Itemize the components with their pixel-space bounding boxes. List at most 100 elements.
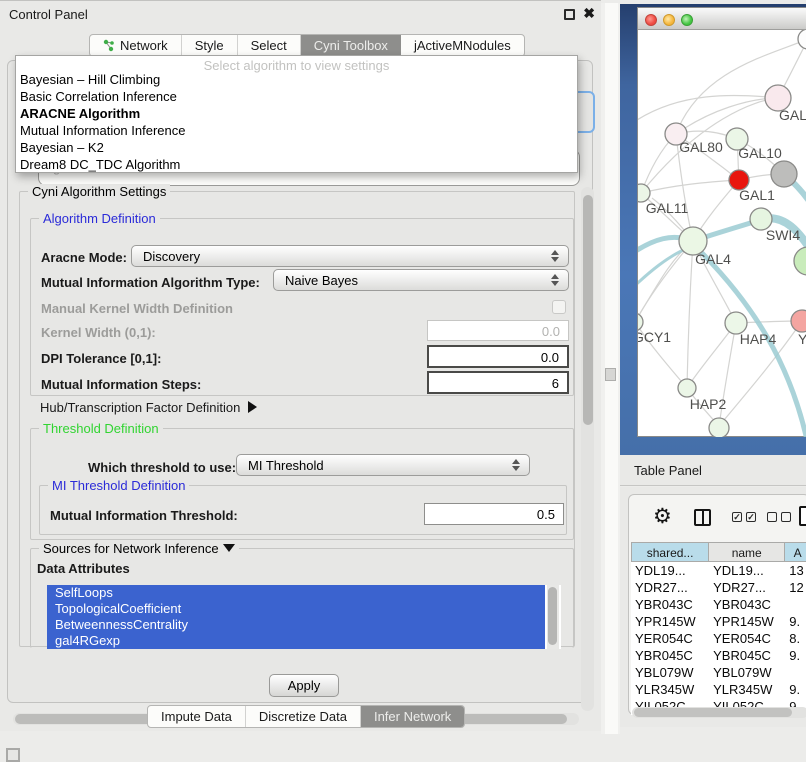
dropdown-item[interactable]: Dream8 DC_TDC Algorithm: [16, 156, 577, 173]
bottom-tabbar: Impute Data Discretize Data Infer Networ…: [147, 705, 465, 728]
dropdown-item[interactable]: ARACNE Algorithm: [16, 105, 577, 122]
table-cell: 12: [785, 579, 806, 596]
network-window-titlebar: [638, 8, 806, 30]
data-attributes-list[interactable]: SelfLoopsTopologicalCoefficientBetweenne…: [47, 585, 561, 649]
network-node-label: GAL: [779, 107, 806, 123]
table-panel-title: Table Panel: [634, 463, 702, 478]
mi-threshold-field[interactable]: 0.5: [424, 503, 564, 525]
tab-jactivemnodules[interactable]: jActiveMNodules: [401, 35, 524, 56]
table-cell: 9.: [785, 613, 806, 630]
network-node[interactable]: [794, 247, 806, 275]
table-row[interactable]: YER054CYER054C8.: [631, 630, 806, 647]
table-row[interactable]: YLR345WYLR345W9.: [631, 681, 806, 698]
tab-impute-data[interactable]: Impute Data: [148, 706, 246, 727]
group-title[interactable]: Sources for Network Inference: [39, 541, 239, 556]
splitter-handle[interactable]: [605, 368, 616, 381]
expander-expanded-icon: [223, 544, 235, 552]
kernel-width-label: Kernel Width (0,1):: [41, 325, 156, 340]
attribute-list-item[interactable]: TopologicalCoefficient: [47, 601, 545, 617]
column-header[interactable]: name: [709, 542, 785, 562]
network-view-window: GALGAL80GAL10GAL1GAL11SWI4GAL4GCY1HAP4YH…: [637, 7, 806, 437]
column-header[interactable]: A: [785, 542, 806, 562]
panel-divider: [601, 3, 620, 734]
table-row[interactable]: YPR145WYPR145W9.: [631, 613, 806, 630]
tab-cyni-toolbox[interactable]: Cyni Toolbox: [301, 35, 401, 56]
minimize-traffic-icon[interactable]: [663, 14, 675, 26]
group-title: Algorithm Definition: [39, 211, 160, 226]
close-traffic-icon[interactable]: [645, 14, 657, 26]
mi-steps-field[interactable]: 6: [427, 371, 569, 394]
deselect-all-checkboxes-icon[interactable]: [767, 512, 791, 522]
tab-infer-network[interactable]: Infer Network: [361, 706, 464, 727]
tab-discretize-data[interactable]: Discretize Data: [246, 706, 361, 727]
network-node-label: GAL10: [738, 145, 782, 161]
network-edge: [638, 241, 693, 322]
column-header[interactable]: shared...: [631, 542, 709, 562]
attribute-list-item[interactable]: gal4RGexp: [47, 633, 545, 649]
kernel-width-field: 0.0: [427, 320, 569, 341]
table-row[interactable]: YDL19...YDL19...13: [631, 562, 806, 579]
table-row[interactable]: YBR045CYBR045C9.: [631, 647, 806, 664]
manual-kernel-checkbox[interactable]: [552, 300, 566, 314]
table-cell: 13: [785, 562, 806, 579]
settings-scrollpane: Cyni Algorithm Settings Algorithm Defini…: [8, 185, 594, 663]
table-horizontal-scrollbar[interactable]: [632, 707, 806, 718]
expander-collapsed-icon: [248, 401, 257, 413]
aracne-mode-combobox[interactable]: Discovery: [131, 245, 569, 267]
zoom-traffic-icon[interactable]: [681, 14, 693, 26]
control-panel-titlebar: Control Panel ✖: [0, 1, 601, 28]
document-icon[interactable]: [799, 506, 806, 526]
dropdown-item[interactable]: Bayesian – K2: [16, 139, 577, 156]
table-row[interactable]: YBR043CYBR043C: [631, 596, 806, 613]
table-cell: YDL19...: [709, 562, 785, 579]
network-edge: [687, 323, 736, 388]
dropdown-item[interactable]: Basic Correlation Inference: [16, 88, 577, 105]
network-node[interactable]: [798, 30, 806, 49]
float-panel-icon[interactable]: [564, 9, 575, 20]
group-title: MI Threshold Definition: [48, 478, 189, 493]
close-icon[interactable]: ✖: [583, 5, 595, 22]
tab-network[interactable]: Network: [90, 35, 182, 56]
network-edge: [638, 95, 778, 120]
dpi-tolerance-label: DPI Tolerance [0,1]:: [41, 351, 161, 366]
node-table: shared... name A YDL19...YDL19...13YDR27…: [631, 542, 806, 715]
table-row[interactable]: YBL079WYBL079W: [631, 664, 806, 681]
spinner-arrows-icon: [551, 250, 559, 262]
apply-button[interactable]: Apply: [269, 674, 339, 697]
attribute-list-item[interactable]: BetweennessCentrality: [47, 617, 545, 633]
network-node-label: GCY1: [638, 329, 671, 345]
network-node-label: GAL4: [695, 251, 731, 267]
spinner-arrows-icon: [551, 274, 559, 286]
data-attributes-label: Data Attributes: [37, 561, 130, 576]
network-node-label: GAL11: [646, 200, 689, 216]
aracne-mode-label: Aracne Mode:: [41, 250, 127, 265]
gear-icon[interactable]: ⚙: [653, 504, 672, 529]
network-node[interactable]: [678, 379, 696, 397]
which-threshold-combobox[interactable]: MI Threshold: [236, 454, 530, 476]
panel-grip-icon[interactable]: [6, 748, 20, 762]
table-cell: [785, 664, 806, 681]
network-node[interactable]: [709, 418, 729, 437]
mi-algorithm-type-combobox[interactable]: Naive Bayes: [273, 269, 569, 291]
network-canvas[interactable]: GALGAL80GAL10GAL1GAL11SWI4GAL4GCY1HAP4YH…: [638, 30, 806, 437]
dropdown-item[interactable]: Mutual Information Inference: [16, 122, 577, 139]
tab-select[interactable]: Select: [238, 35, 301, 56]
columns-icon[interactable]: [694, 509, 711, 526]
network-edge: [687, 241, 693, 388]
network-node[interactable]: [791, 310, 806, 332]
select-all-checkboxes-icon[interactable]: ✓✓: [732, 512, 756, 522]
table-cell: 9.: [785, 647, 806, 664]
network-node[interactable]: [771, 161, 797, 187]
hub-factor-expander[interactable]: Hub/Transcription Factor Definition: [40, 400, 257, 415]
attribute-list-item[interactable]: SelfLoops: [47, 585, 545, 601]
settings-vertical-scrollbar[interactable]: [581, 187, 594, 711]
algorithm-dropdown-list: Bayesian – Hill ClimbingBasic Correlatio…: [16, 71, 577, 173]
table-cell: 8.: [785, 630, 806, 647]
tab-style[interactable]: Style: [182, 35, 238, 56]
table-row[interactable]: YDR27...YDR27...12: [631, 579, 806, 596]
dpi-tolerance-field[interactable]: 0.0: [427, 345, 569, 368]
list-scrollbar[interactable]: [547, 585, 559, 649]
dropdown-item[interactable]: Bayesian – Hill Climbing: [16, 71, 577, 88]
table-cell: YLR345W: [709, 681, 785, 698]
mi-steps-label: Mutual Information Steps:: [41, 377, 201, 392]
